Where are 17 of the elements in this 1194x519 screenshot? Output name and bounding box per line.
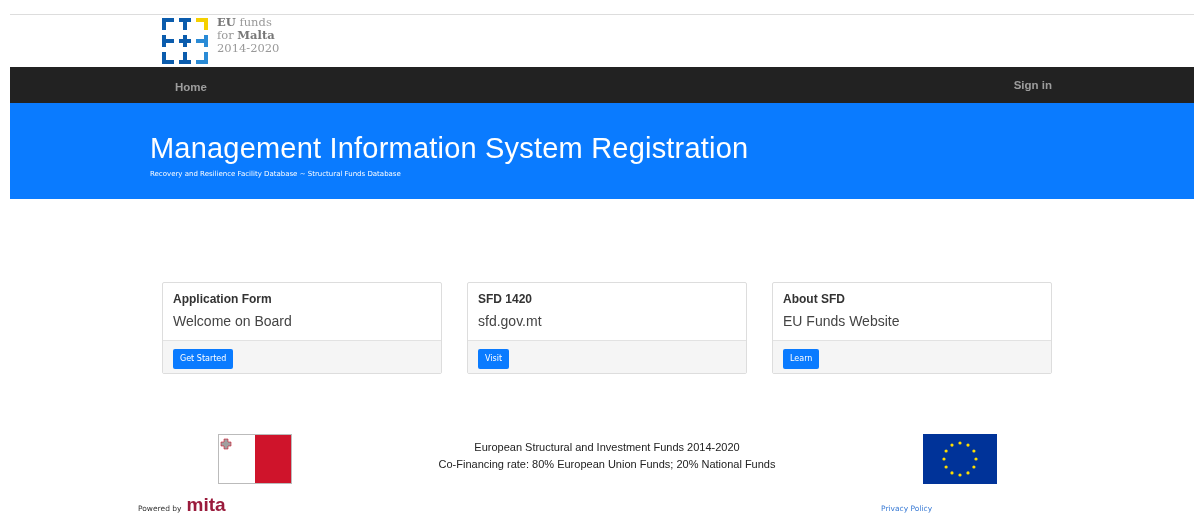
card-title: SFD 1420	[478, 292, 534, 306]
card-button[interactable]: Get Started	[173, 348, 234, 369]
logo-icon	[162, 18, 208, 64]
logo-text: EU funds for Malta 2014-2020	[217, 16, 280, 55]
footer-text: European Structural and Investment Funds 2014-2020	[474, 440, 740, 455]
nav-link[interactable]: Home	[175, 80, 207, 93]
card-title: About SFD	[783, 292, 846, 306]
card-text: EU Funds Website	[783, 313, 901, 329]
card-title: Application Form	[173, 292, 273, 306]
card-button[interactable]: Visit	[478, 348, 510, 369]
sign-in-link[interactable]: Sign in	[1013, 79, 1052, 91]
page-title: Management Information System Registration	[150, 131, 750, 166]
card-text: Welcome on Board	[173, 313, 293, 329]
card-button[interactable]: Learn	[783, 348, 820, 369]
card-text: sfd.gov.mt	[478, 313, 543, 329]
footer-text: Co-Financing rate: 80% European Union Funds; 20% National Funds	[438, 457, 776, 472]
mita-logo: mita	[186, 497, 226, 513]
